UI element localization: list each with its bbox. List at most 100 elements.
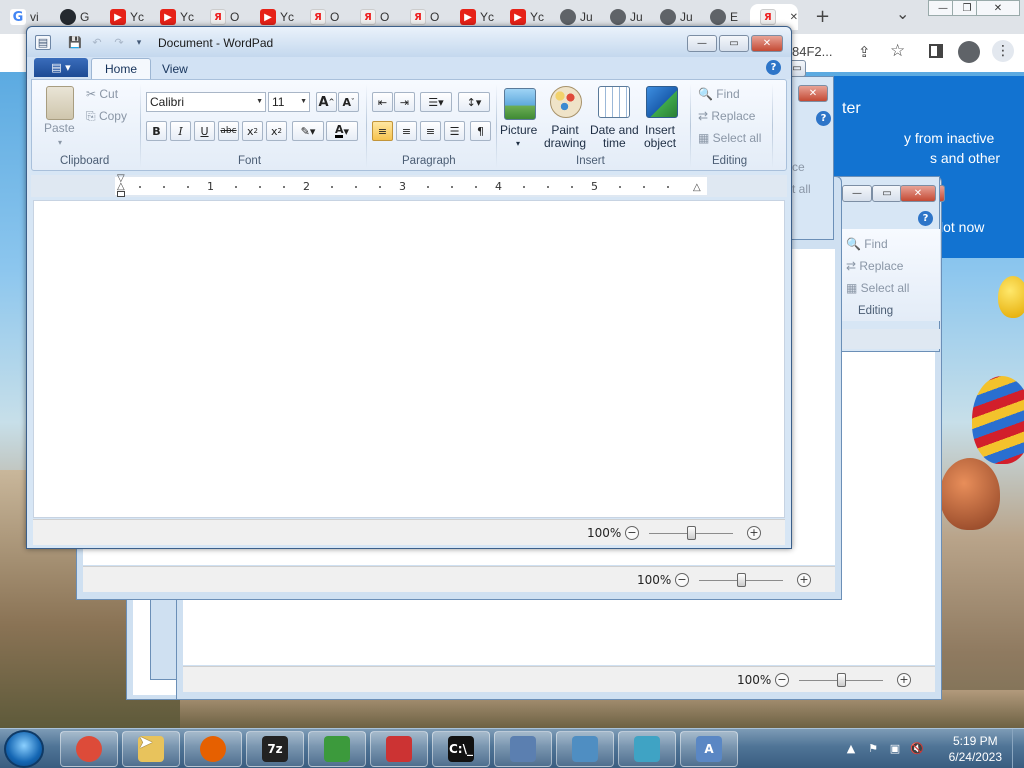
first-line-indent-marker[interactable]: ▽ △ bbox=[117, 174, 125, 192]
show-desktop-button[interactable] bbox=[1012, 729, 1024, 768]
close-tab-icon[interactable]: ✕ bbox=[790, 12, 798, 23]
select-all-button[interactable]: ▦ Select all bbox=[846, 282, 909, 295]
minimize-button[interactable]: — bbox=[842, 185, 872, 202]
font-family-select[interactable]: Calibri ▼ bbox=[146, 92, 266, 112]
wordpad-app-icon[interactable]: ▤ bbox=[35, 35, 51, 50]
customize-qat-icon[interactable]: ▾ bbox=[131, 35, 147, 50]
redo-icon[interactable]: ↷ bbox=[111, 35, 127, 50]
zoom-out-button[interactable]: − bbox=[775, 673, 789, 687]
volume-muted-icon[interactable]: 🔇 bbox=[910, 741, 924, 755]
help-icon[interactable]: ? bbox=[816, 111, 831, 126]
taskbar-app[interactable] bbox=[556, 731, 614, 767]
insert-object-button[interactable]: Insert object bbox=[644, 124, 676, 150]
picture-icon[interactable] bbox=[504, 88, 536, 120]
bullets-button[interactable]: ☰▾ bbox=[420, 92, 452, 112]
grow-font-button[interactable]: A ^ bbox=[316, 92, 337, 112]
taskbar-app[interactable] bbox=[494, 731, 552, 767]
increase-indent-button[interactable]: ⇥ bbox=[394, 92, 415, 112]
replace-button[interactable]: ⇄ Replace bbox=[846, 260, 903, 273]
side-panel-icon[interactable] bbox=[929, 44, 943, 58]
chrome-menu-icon[interactable]: ⋮ bbox=[992, 40, 1014, 62]
picture-dropdown-icon[interactable]: ▾ bbox=[516, 137, 520, 150]
tab-view[interactable]: View bbox=[149, 58, 201, 79]
new-tab-button[interactable]: + bbox=[815, 6, 830, 27]
bold-button[interactable]: B bbox=[146, 121, 167, 141]
decrease-indent-button[interactable]: ⇤ bbox=[372, 92, 393, 112]
right-indent-marker[interactable]: △ bbox=[693, 182, 701, 193]
paragraph-settings-button[interactable]: ¶ bbox=[470, 121, 491, 141]
help-icon[interactable]: ? bbox=[918, 211, 933, 226]
undo-icon[interactable]: ↶ bbox=[89, 35, 105, 50]
zoom-out-button[interactable]: − bbox=[675, 573, 689, 587]
address-fragment[interactable]: 84F2... bbox=[792, 44, 832, 59]
picture-button[interactable]: Picture bbox=[500, 124, 537, 137]
paste-button[interactable]: Paste bbox=[44, 122, 75, 135]
justify-button[interactable]: ☰ bbox=[444, 121, 465, 141]
paint-drawing-icon[interactable] bbox=[550, 86, 582, 118]
font-color-button[interactable]: A ▾ bbox=[326, 121, 358, 141]
help-icon[interactable]: ? bbox=[766, 60, 781, 75]
save-icon[interactable]: 💾 bbox=[67, 35, 83, 50]
maximize-button[interactable]: ▭ bbox=[719, 35, 749, 52]
shrink-font-button[interactable]: Aˇ bbox=[338, 92, 359, 112]
show-hidden-icons-icon[interactable]: ▲ bbox=[844, 741, 858, 755]
close-button[interactable]: ✕ bbox=[751, 35, 783, 52]
zoom-out-button[interactable]: − bbox=[625, 526, 639, 540]
align-left-button[interactable]: ≡ bbox=[372, 121, 393, 141]
italic-button[interactable]: I bbox=[170, 121, 191, 141]
profile-avatar-icon[interactable] bbox=[958, 41, 980, 63]
underline-button[interactable]: U bbox=[194, 121, 215, 141]
file-menu-button[interactable]: ▤ ▾ bbox=[34, 58, 88, 77]
bookmark-star-icon[interactable]: ☆ bbox=[890, 41, 905, 61]
date-time-icon[interactable] bbox=[598, 86, 630, 118]
taskbar-app[interactable] bbox=[308, 731, 366, 767]
taskbar-app[interactable]: C:\_ bbox=[432, 731, 490, 767]
highlight-color-button[interactable]: ✎▾ bbox=[292, 121, 324, 141]
align-right-button[interactable]: ≡ bbox=[420, 121, 441, 141]
tab-search-icon[interactable]: ⌄ bbox=[896, 4, 909, 23]
align-center-button[interactable]: ≡ bbox=[396, 121, 417, 141]
paste-dropdown-icon[interactable]: ▾ bbox=[58, 136, 62, 149]
action-center-icon[interactable]: ⚑ bbox=[866, 741, 880, 755]
taskbar-app[interactable]: 7z bbox=[246, 731, 304, 767]
taskbar-app[interactable] bbox=[184, 731, 242, 767]
superscript-button[interactable]: x2 bbox=[266, 121, 287, 141]
find-button[interactable]: 🔍 Find bbox=[846, 238, 888, 251]
banner-button[interactable]: lot now bbox=[940, 219, 984, 235]
paste-icon[interactable] bbox=[46, 86, 74, 120]
zoom-in-button[interactable]: + bbox=[897, 673, 911, 687]
share-icon[interactable]: ⇪ bbox=[858, 43, 871, 61]
zoom-in-button[interactable]: + bbox=[797, 573, 811, 587]
left-indent-marker[interactable] bbox=[117, 191, 125, 197]
taskbar-app[interactable]: A bbox=[680, 731, 738, 767]
cut-button[interactable]: ✂ Cut bbox=[86, 88, 118, 101]
line-spacing-button[interactable]: ↕▾ bbox=[458, 92, 490, 112]
replace-button-partial[interactable]: ce bbox=[792, 161, 805, 174]
tab-home[interactable]: Home bbox=[91, 58, 152, 79]
close-button[interactable]: ✕ bbox=[900, 185, 936, 202]
taskbar-app[interactable] bbox=[618, 731, 676, 767]
replace-button[interactable]: ⇄ Replace bbox=[698, 110, 755, 123]
zoom-slider[interactable] bbox=[687, 526, 696, 540]
close-button[interactable]: ✕ bbox=[798, 85, 828, 102]
chrome-close-button[interactable]: ✕ bbox=[976, 0, 1020, 16]
taskbar-app[interactable] bbox=[60, 731, 118, 767]
select-all-button-partial[interactable]: t all bbox=[792, 183, 811, 196]
zoom-slider[interactable] bbox=[737, 573, 746, 587]
title-bar[interactable]: ▤ 💾 ↶ ↷ ▾ Document - WordPad — ▭ ✕ bbox=[27, 27, 791, 57]
strikethrough-button[interactable]: abc bbox=[218, 121, 239, 141]
font-size-select[interactable]: 11 ▼ bbox=[268, 92, 310, 112]
find-button[interactable]: 🔍 Find bbox=[698, 88, 740, 101]
zoom-in-button[interactable]: + bbox=[747, 526, 761, 540]
taskbar-app[interactable] bbox=[370, 731, 428, 767]
copy-button[interactable]: ⎘ Copy bbox=[86, 110, 127, 123]
start-button[interactable] bbox=[4, 730, 44, 768]
document-area[interactable] bbox=[33, 200, 785, 518]
paint-drawing-button[interactable]: Paint drawing bbox=[544, 124, 586, 150]
network-icon[interactable]: ▣ bbox=[888, 741, 902, 755]
system-clock[interactable]: 5:19 PM 6/24/2023 bbox=[949, 733, 1002, 765]
subscript-button[interactable]: x2 bbox=[242, 121, 263, 141]
zoom-slider[interactable] bbox=[837, 673, 846, 687]
minimize-button[interactable]: — bbox=[687, 35, 717, 52]
ruler[interactable]: 1 2 3 4 5 ▽ △ △ bbox=[31, 174, 787, 197]
